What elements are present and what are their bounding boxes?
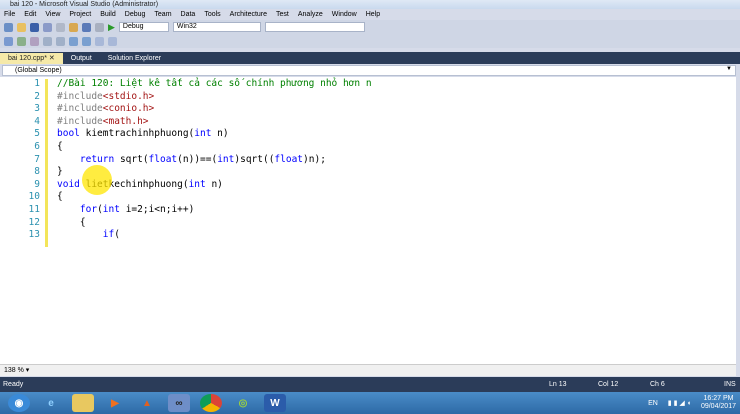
paste-icon[interactable]: [69, 22, 78, 32]
tab-label: bai 120.cpp*: [8, 55, 47, 62]
menu-edit[interactable]: Edit: [24, 9, 36, 20]
menu-debug[interactable]: Debug: [125, 9, 146, 20]
explorer-icon[interactable]: [72, 394, 94, 412]
line-number: 10: [28, 191, 40, 203]
line-number: 3: [34, 103, 40, 115]
code-line[interactable]: #include<stdio.h>: [57, 91, 154, 102]
code-line[interactable]: {: [57, 191, 63, 202]
scope-value: (Global Scope): [15, 67, 62, 74]
close-icon[interactable]: ✕: [49, 55, 55, 62]
scope-dropdown[interactable]: (Global Scope) ▼: [2, 65, 736, 76]
status-text: Ready: [3, 381, 24, 388]
menu-view[interactable]: View: [45, 9, 60, 20]
status-bar: Ready Ln 13 Col 12 Ch 6 INS: [0, 377, 740, 392]
line-number: 6: [34, 141, 40, 152]
line-number: 5: [34, 128, 40, 140]
code-line[interactable]: {: [57, 141, 63, 152]
zoom-level[interactable]: 138 %: [4, 367, 24, 374]
platform-select[interactable]: Win32: [172, 22, 261, 32]
uncomment-icon[interactable]: [82, 36, 91, 46]
bookmark-icon[interactable]: [95, 36, 104, 46]
standard-toolbar: ▶ Debug Win32: [0, 20, 740, 34]
line-number: 11: [28, 204, 40, 215]
outdent-icon[interactable]: [56, 36, 65, 46]
menu-data[interactable]: Data: [181, 9, 196, 20]
menu-team[interactable]: Team: [154, 9, 171, 20]
undo-icon[interactable]: [82, 22, 91, 32]
menu-architecture[interactable]: Architecture: [230, 9, 267, 20]
code-line[interactable]: #include<math.h>: [57, 116, 149, 127]
code-line[interactable]: return sqrt(float(n))==(int)sqrt((float)…: [57, 154, 326, 165]
start-button[interactable]: ◉: [8, 394, 30, 412]
tab-solution-explorer[interactable]: Solution Explorer: [100, 53, 169, 64]
change-margin: [45, 79, 48, 247]
coccoc-icon[interactable]: ◎: [232, 394, 254, 412]
zoom-bar: 138 % ▾: [0, 364, 736, 376]
toolbar-icon[interactable]: [30, 36, 39, 46]
menu-build[interactable]: Build: [100, 9, 116, 20]
menu-window[interactable]: Window: [332, 9, 357, 20]
code-line[interactable]: {: [57, 217, 86, 228]
open-icon[interactable]: [17, 22, 26, 32]
clock[interactable]: 16:27 PM 09/04/2017: [701, 395, 740, 411]
media-icon[interactable]: ▶: [104, 394, 126, 412]
comment-icon[interactable]: [69, 36, 78, 46]
menu-help[interactable]: Help: [366, 9, 380, 20]
ie-icon[interactable]: e: [40, 394, 62, 412]
code-line[interactable]: if(: [57, 229, 120, 240]
document-tabs: bai 120.cpp* ✕ Output Solution Explorer: [0, 52, 740, 64]
status-line: Ln 13: [549, 381, 567, 388]
clock-date: 09/04/2017: [700, 403, 736, 410]
language-indicator[interactable]: EN: [648, 400, 658, 407]
indent-icon[interactable]: [43, 36, 52, 46]
tab-bai120[interactable]: bai 120.cpp* ✕: [0, 53, 63, 64]
bookmark-icon[interactable]: [108, 36, 117, 46]
line-number: 4: [34, 115, 40, 127]
cursor-highlight: [82, 165, 112, 195]
chrome-icon[interactable]: [200, 394, 222, 412]
matlab-icon[interactable]: ▲: [136, 394, 158, 412]
menu-file[interactable]: File: [4, 9, 15, 20]
tab-output[interactable]: Output: [63, 53, 100, 64]
code-editor[interactable]: 1 //Bài 120: Liệt kê tất cả các số chính …: [0, 77, 736, 364]
menu-project[interactable]: Project: [69, 9, 91, 20]
word-icon[interactable]: W: [264, 394, 286, 412]
status-ch: Ch 6: [650, 381, 665, 388]
line-number: 1: [34, 78, 40, 89]
save-icon[interactable]: [30, 22, 39, 32]
visual-studio-icon[interactable]: ∞: [168, 394, 190, 412]
code-line[interactable]: }: [57, 166, 63, 177]
menu-bar: File Edit View Project Build Debug Team Data Too…: [0, 9, 740, 20]
start-debug-icon[interactable]: ▶: [108, 22, 115, 33]
status-mode: INS: [724, 381, 736, 388]
copy-icon[interactable]: [56, 22, 65, 32]
new-project-icon[interactable]: [4, 22, 13, 32]
taskbar: ◉ e ▶ ▲ ∞ ◎ W EN ▮ ▮ ◢ ◖ 16:27 PM 09/04/…: [0, 392, 740, 414]
code-line[interactable]: //Bài 120: Liệt kê tất cả các số chính p…: [57, 78, 372, 89]
menu-test[interactable]: Test: [276, 9, 289, 20]
line-number: 7: [34, 153, 40, 165]
find-box[interactable]: [264, 22, 365, 32]
code-line[interactable]: for(int i=2;i<n;i++): [57, 204, 194, 215]
toolbar-icon[interactable]: [4, 36, 13, 46]
line-number: 9: [34, 178, 40, 190]
menu-tools[interactable]: Tools: [204, 9, 220, 20]
toolbar-icon[interactable]: [17, 36, 26, 46]
chevron-down-icon: ▼: [726, 66, 732, 72]
line-number: 13: [28, 229, 40, 241]
menu-analyze[interactable]: Analyze: [298, 9, 323, 20]
status-col: Col 12: [598, 381, 619, 388]
code-line[interactable]: #include<conio.h>: [57, 103, 154, 114]
config-select[interactable]: Debug: [118, 22, 169, 32]
line-number: 2: [34, 90, 40, 102]
clock-time: 16:27 PM: [703, 395, 734, 402]
line-number: 12: [28, 216, 40, 228]
line-number: 8: [34, 166, 40, 178]
code-line[interactable]: bool kiemtrachinhphuong(int n): [57, 128, 229, 139]
cut-icon[interactable]: [43, 22, 52, 32]
text-editor-toolbar: [0, 34, 740, 48]
title-bar: bai 120 - Microsoft Visual Studio (Admin…: [0, 0, 740, 9]
redo-icon[interactable]: [95, 22, 104, 32]
tray-icons[interactable]: ▮ ▮ ◢ ◖: [668, 399, 691, 407]
